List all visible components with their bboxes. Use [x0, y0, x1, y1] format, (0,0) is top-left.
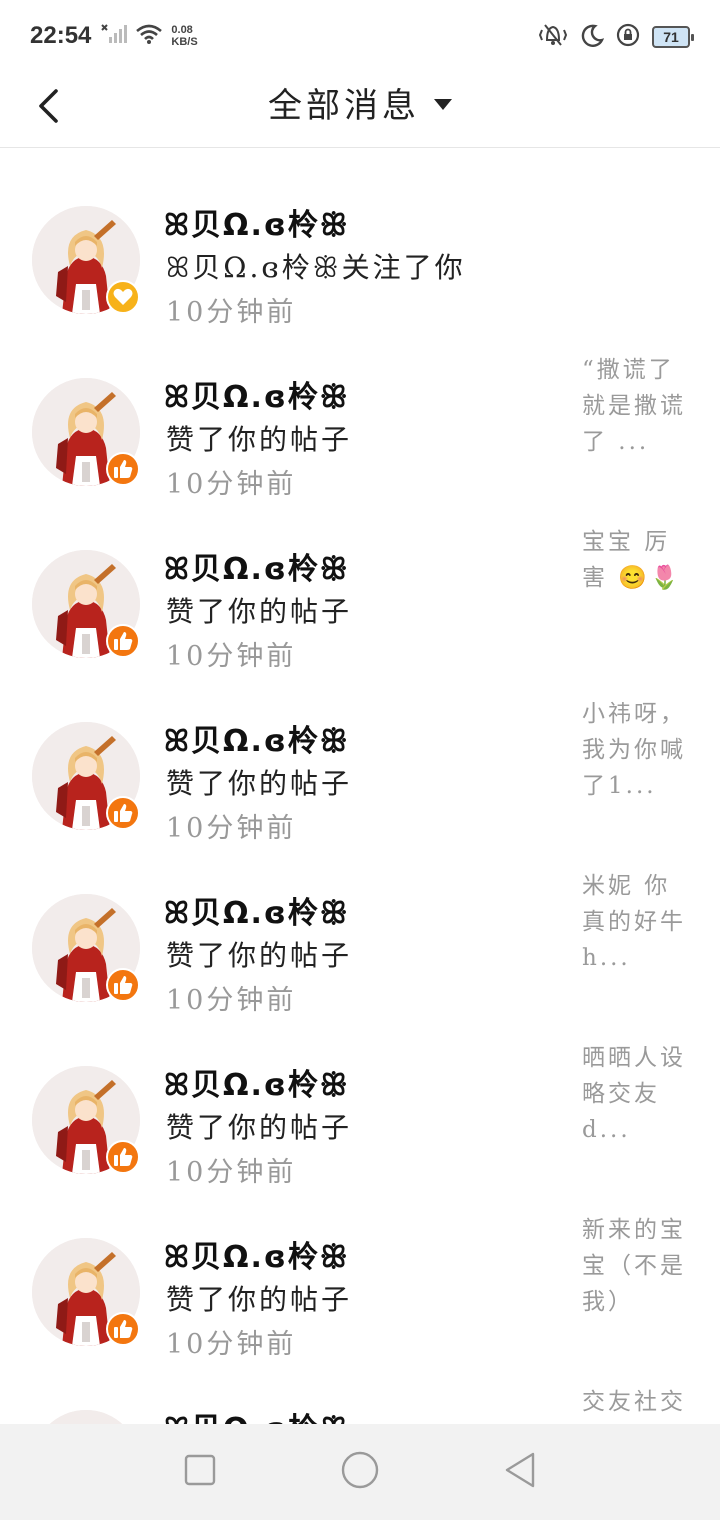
post-preview[interactable]: 米妮 你真的好牛h... — [582, 868, 694, 976]
avatar[interactable] — [32, 1410, 140, 1425]
action-text: 赞了你的帖子 — [166, 423, 353, 456]
header: 全部消息 — [0, 72, 720, 148]
action-text: 赞了你的帖子 — [166, 939, 353, 972]
post-preview[interactable]: “撒谎了就是撒谎了 ... — [582, 352, 694, 460]
list-item[interactable]: ꕤ贝Ω.ɞ柃ꕥ 赞了你的帖子 10分钟前 “撒谎了就是撒谎了 ... — [0, 322, 720, 500]
heart-icon — [106, 280, 140, 314]
title-dropdown[interactable]: 全部消息 — [0, 72, 720, 132]
wifi-icon — [135, 23, 163, 49]
circle-icon — [340, 1450, 380, 1494]
status-bar: 22:54 0.08 KB/S 71 — [0, 0, 720, 72]
username[interactable]: ꕤ贝Ω.ɞ柃ꕥ — [164, 200, 350, 244]
list-item[interactable]: ꕤ贝Ω.ɞ柃ꕥ 赞了你的帖子 10分钟前 小祎呀，我为你喊了1... — [0, 666, 720, 844]
action-text: 赞了你的帖子 — [166, 1111, 353, 1144]
username[interactable]: ꕤ贝Ω.ɞ柃ꕥ — [164, 372, 350, 416]
moon-icon — [580, 23, 605, 51]
network-speed-value: 0.08 — [171, 24, 193, 36]
network-speed-unit: KB/S — [171, 36, 198, 48]
no-sim-signal-icon — [101, 23, 128, 49]
vibrate-icon — [538, 22, 568, 52]
thumbs-up-icon — [106, 796, 140, 830]
list-item[interactable]: ꕤ贝Ω.ɞ柃ꕥ 赞了你的帖子 10分钟前 米妮 你真的好牛h... — [0, 838, 720, 1016]
thumbs-up-icon — [106, 452, 140, 486]
page-title: 全部消息 — [268, 85, 420, 126]
username[interactable]: ꕤ贝Ω.ɞ柃ꕥ — [164, 888, 350, 932]
action-text: 赞了你的帖子 — [166, 1283, 353, 1316]
action-text: 赞了你的帖子 — [166, 767, 353, 800]
thumbs-up-icon — [106, 968, 140, 1002]
thumbs-up-icon — [106, 624, 140, 658]
system-nav-bar — [0, 1424, 720, 1520]
post-preview[interactable]: 小祎呀，我为你喊了1... — [582, 696, 694, 804]
post-preview[interactable]: 新来的宝宝（不是我） — [582, 1212, 694, 1320]
action-text: 赞了你的帖子 — [166, 595, 353, 628]
recents-button[interactable] — [170, 1442, 230, 1502]
network-speed: 0.08 KB/S — [171, 24, 197, 48]
thumbs-up-icon — [106, 1312, 140, 1346]
username[interactable]: ꕤ贝Ω.ɞ柃ꕥ — [164, 1232, 350, 1276]
list-item[interactable]: ꕤ贝Ω.ɞ柃ꕥ 赞了你的帖子 10分钟前 宝宝 厉害 😊🌷 — [0, 494, 720, 672]
thumbs-up-icon — [106, 1140, 140, 1174]
username[interactable]: ꕤ贝Ω.ɞ柃ꕥ — [164, 1060, 350, 1104]
status-time: 22:54 — [30, 22, 92, 49]
username[interactable]: ꕤ贝Ω.ɞ柃ꕥ — [164, 716, 350, 760]
home-button[interactable] — [330, 1442, 390, 1502]
action-text: ꕤ贝Ω.ɞ柃ꕥ关注了你 — [166, 251, 466, 284]
username[interactable]: ꕤ贝Ω.ɞ柃ꕥ — [164, 1404, 350, 1425]
username[interactable]: ꕤ贝Ω.ɞ柃ꕥ — [164, 544, 350, 588]
post-preview[interactable]: 交友社交 — [582, 1384, 694, 1420]
caret-down-icon — [434, 98, 452, 110]
list-item[interactable]: ꕤ贝Ω.ɞ柃ꕥ 赞了你的帖子 10分钟前 新来的宝宝（不是我） — [0, 1182, 720, 1360]
triangle-back-icon — [503, 1451, 537, 1493]
post-preview[interactable]: 晒晒人设略交友d... — [582, 1040, 694, 1148]
list-item[interactable]: ꕤ贝Ω.ɞ柃ꕥ 交友社交 — [0, 1354, 720, 1425]
rotation-lock-icon — [616, 23, 640, 51]
list-item[interactable]: ꕤ贝Ω.ɞ柃ꕥ ꕤ贝Ω.ɞ柃ꕥ关注了你 10分钟前 — [0, 150, 720, 328]
status-left-icons: 0.08 KB/S — [101, 23, 198, 49]
message-list[interactable]: ꕤ贝Ω.ɞ柃ꕥ ꕤ贝Ω.ɞ柃ꕥ关注了你 10分钟前 ꕤ贝Ω.ɞ柃ꕥ 赞了你的帖子 10分… — [0, 150, 720, 1425]
nav-back-button[interactable] — [490, 1442, 550, 1502]
square-icon — [184, 1454, 216, 1490]
list-item[interactable]: ꕤ贝Ω.ɞ柃ꕥ 赞了你的帖子 10分钟前 晒晒人设略交友d... — [0, 1010, 720, 1188]
status-right-icons: 71 — [538, 22, 694, 52]
post-preview[interactable]: 宝宝 厉害 😊🌷 — [582, 524, 694, 596]
battery-indicator: 71 — [652, 26, 694, 48]
